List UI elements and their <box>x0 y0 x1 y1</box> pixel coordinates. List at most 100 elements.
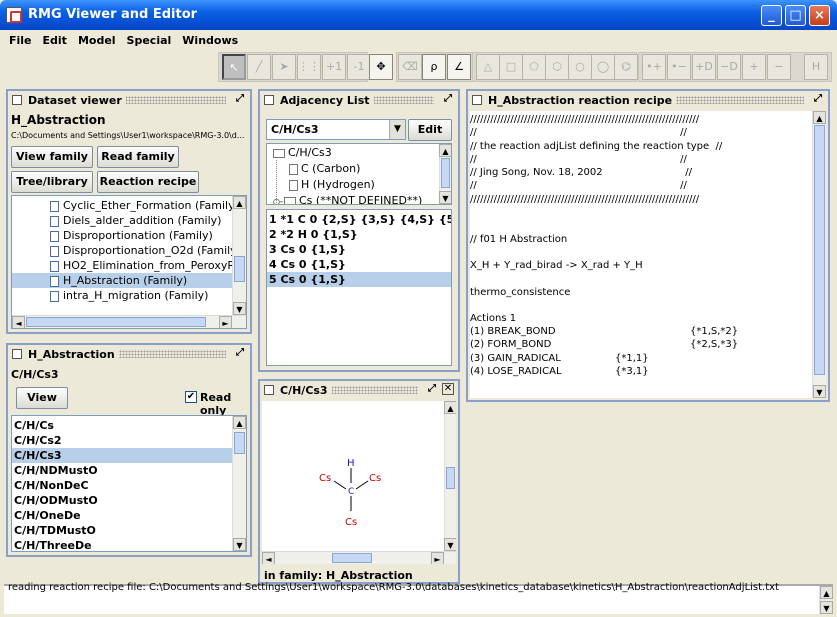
menu-file[interactable]: File <box>4 31 38 47</box>
group-list[interactable]: C/H/CsC/H/Cs2C/H/Cs3C/H/NDMustOC/H/NonDe… <box>11 415 247 552</box>
adjacency-line[interactable]: 3 Cs 0 {1,S} <box>267 242 451 257</box>
line-icon[interactable]: ╱ <box>247 54 271 80</box>
group-list-vscroll[interactable]: ▲ ▼ <box>232 416 246 551</box>
recipe-vscroll[interactable]: ▲ ▼ <box>812 111 826 398</box>
angle-icon[interactable]: ∠ <box>447 54 471 80</box>
structure-hscroll[interactable]: ◄ ► <box>262 551 456 564</box>
pentagon-icon[interactable]: ⬠ <box>522 54 546 80</box>
list-item[interactable]: C/H/Cs2 <box>12 433 232 448</box>
expand-icon[interactable]: ○- <box>273 194 282 205</box>
menu-special[interactable]: Special <box>122 31 178 47</box>
recipe-line <box>470 299 810 312</box>
plus-icon[interactable]: + <box>742 54 766 80</box>
structure-vscroll[interactable]: ▲ ▼ <box>444 401 456 551</box>
minus-one-icon[interactable]: -1 <box>347 54 371 80</box>
octagon-icon[interactable]: ◯ <box>591 54 615 80</box>
family-list-vscroll[interactable]: ▲ ▼ <box>232 196 246 328</box>
plus-one-icon[interactable]: +1 <box>322 54 346 80</box>
adjacency-line[interactable]: 4 Cs 0 {1,S} <box>267 257 451 272</box>
list-item[interactable]: intra_H_migration (Family) <box>12 288 232 303</box>
tree-vscroll[interactable]: ▲ ▼ <box>439 144 451 204</box>
chevron-down-icon[interactable]: ▼ <box>389 120 405 139</box>
status-log[interactable]: reading reaction recipe file: C:\Documen… <box>4 584 833 614</box>
edit-button[interactable]: Edit <box>408 119 452 141</box>
reaction-recipe-button[interactable]: Reaction recipe <box>97 171 199 193</box>
benzene-icon[interactable]: ⌬ <box>614 54 638 80</box>
adjacency-line[interactable]: 2 *2 H 0 {1,S} <box>267 227 451 242</box>
view-family-button[interactable]: View family <box>11 146 93 168</box>
tree-root[interactable]: C/H/Cs3 <box>271 145 332 160</box>
adjacency-lines[interactable]: 1 *1 C 0 {2,S} {3,S} {4,S} {5,S}2 *2 H 0… <box>266 209 452 366</box>
read-family-button[interactable]: Read family <box>97 146 179 168</box>
list-item[interactable]: HO2_Elimination_from_PeroxyRadica <box>12 258 232 273</box>
file-icon <box>289 180 298 191</box>
maximize-icon[interactable]: ⤢ <box>814 93 822 104</box>
select-arrow-icon[interactable]: ↖ <box>222 54 246 80</box>
panel-grip-icon[interactable] <box>12 349 22 359</box>
maximize-icon[interactable]: ⤢ <box>236 93 244 104</box>
tree-node-cs[interactable]: ○-Cs (**NOT DEFINED**) <box>271 193 422 205</box>
maximize-icon[interactable]: ⤢ <box>236 347 244 358</box>
dots-icon[interactable]: ⋮⋮ <box>297 54 321 80</box>
list-item[interactable]: C/H/NonDeC <box>12 478 232 493</box>
list-item[interactable]: C/H/Cs <box>12 418 232 433</box>
list-item[interactable]: Disproportionation (Family) <box>12 228 232 243</box>
list-item[interactable]: C/H/Cs3 <box>12 448 232 463</box>
read-only-checkbox[interactable]: ✔ <box>185 391 197 403</box>
list-item[interactable]: C/H/TDMustO <box>12 523 232 538</box>
panel-grip-icon[interactable] <box>264 95 274 105</box>
recipe-line: // // <box>470 126 810 139</box>
list-item[interactable]: Disproportionation_O2d (Family) <box>12 243 232 258</box>
menu-windows[interactable]: Windows <box>177 31 244 47</box>
arrow-icon[interactable]: ➤ <box>272 54 296 80</box>
list-item[interactable]: C/H/ThreeDe <box>12 538 232 552</box>
panel-grip-icon[interactable] <box>472 95 482 105</box>
structure-canvas[interactable]: H C Cs Cs Cs ▲ ▼ ◄ ► <box>262 401 456 564</box>
tree-node-carbon[interactable]: C (Carbon) <box>287 161 360 176</box>
menu-model[interactable]: Model <box>73 31 122 47</box>
adjacency-line[interactable]: 1 *1 C 0 {2,S} {3,S} {4,S} {5,S} <box>267 212 451 227</box>
maximize-icon[interactable]: ⤢ <box>444 93 452 104</box>
move-icon[interactable]: ✥ <box>369 54 393 80</box>
menu-bar: FileEditModelSpecialWindows <box>4 31 833 51</box>
hexagon-icon[interactable]: ⬡ <box>545 54 569 80</box>
panel-grip-icon[interactable] <box>12 95 22 105</box>
panel-grip-icon[interactable] <box>264 385 274 395</box>
minimize-button[interactable]: _ <box>761 5 782 26</box>
list-item[interactable]: C/H/NDMustO <box>12 463 232 478</box>
adjacency-line[interactable]: 5 Cs 0 {1,S} <box>267 272 451 287</box>
group-combobox[interactable]: C/H/Cs3 ▼ <box>266 119 406 140</box>
family-list-hscroll[interactable]: ◄ ► <box>12 315 246 328</box>
view-button[interactable]: View <box>16 387 68 409</box>
tree-library-button[interactable]: Tree/library <box>11 171 93 193</box>
tree-node-hydrogen[interactable]: H (Hydrogen) <box>287 177 375 192</box>
list-item[interactable]: C/H/ODMustO <box>12 493 232 508</box>
close-button[interactable]: × <box>809 5 830 26</box>
minus-radical-icon[interactable]: •− <box>667 54 691 80</box>
recipe-text-area[interactable]: ////////////////////////////////////////… <box>470 111 826 398</box>
maximize-button[interactable]: □ <box>785 5 806 26</box>
minus-d-icon[interactable]: −D <box>717 54 741 80</box>
square-icon[interactable]: □ <box>499 54 523 80</box>
heptagon-icon[interactable]: ○ <box>568 54 592 80</box>
plus-radical-icon[interactable]: •+ <box>642 54 666 80</box>
h-icon[interactable]: H <box>804 54 828 80</box>
list-item[interactable]: H_Abstraction (Family) <box>12 273 232 288</box>
family-list[interactable]: Cyclic_Ether_Formation (Family)Diels_ald… <box>11 195 247 329</box>
eraser-icon[interactable]: ⌫ <box>398 54 422 80</box>
status-vscroll[interactable]: ▲ ▼ <box>819 586 833 614</box>
lasso-icon[interactable]: ρ <box>422 54 446 80</box>
menu-edit[interactable]: Edit <box>38 31 73 47</box>
title-bar[interactable]: RMG Viewer and Editor _ □ × <box>0 0 837 30</box>
minus-icon[interactable]: − <box>767 54 791 80</box>
panel-title: Dataset viewer <box>28 94 126 107</box>
list-item[interactable]: Diels_alder_addition (Family) <box>12 213 232 228</box>
list-item[interactable]: C/H/OneDe <box>12 508 232 523</box>
adjacency-tree[interactable]: C/H/Cs3 C (Carbon) H (Hydrogen) ○-Cs (**… <box>266 143 452 205</box>
dataset-viewer-panel: Dataset viewer ⤢ H_Abstraction C:\Docume… <box>6 89 252 334</box>
maximize-icon[interactable]: ⤢ <box>428 383 436 394</box>
close-icon[interactable]: ✕ <box>442 383 454 395</box>
list-item[interactable]: Cyclic_Ether_Formation (Family) <box>12 198 232 213</box>
plus-d-icon[interactable]: +D <box>692 54 716 80</box>
triangle-icon[interactable]: △ <box>476 54 500 80</box>
